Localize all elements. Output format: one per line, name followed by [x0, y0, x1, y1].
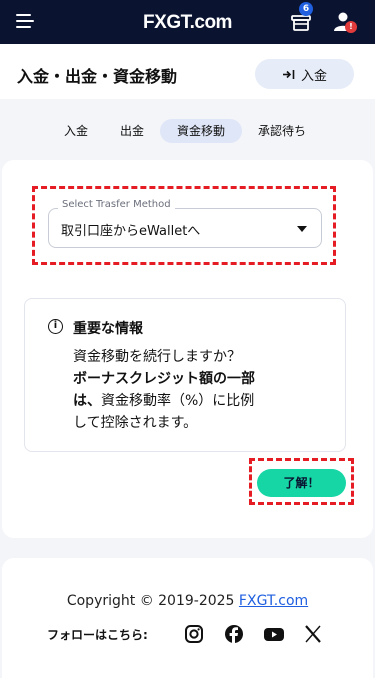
notification-badge: 6 [299, 2, 313, 16]
tab-bar: 入金 出金 資金移動 承認待ち [0, 117, 375, 145]
notice-line: は、資金移動率（%）に比例 [73, 390, 323, 412]
select-label: Select Trasfer Method [58, 199, 175, 210]
notice-bold-fragment: は、 [73, 393, 101, 409]
tab-transfer[interactable]: 資金移動 [160, 119, 242, 143]
page-title: 入金・出金・資金移動 [17, 67, 178, 86]
ok-button[interactable]: 了解！ [257, 469, 346, 497]
copyright-text: Copyright © 2019-2025 [66, 593, 239, 609]
tab-deposit[interactable]: 入金 [55, 119, 97, 143]
login-arrow-icon [282, 69, 295, 79]
notice-line-bold: ボーナスクレジット額の一部 [73, 371, 255, 387]
tab-withdraw[interactable]: 出金 [111, 119, 153, 143]
copyright: Copyright © 2019-2025 FXGT.com [0, 593, 375, 609]
notice-line: して控除されます。 [73, 415, 198, 431]
page-header: 入金・出金・資金移動 入金 [0, 44, 375, 99]
instagram-icon[interactable] [184, 624, 204, 644]
fxgt-link[interactable]: FXGT.com [239, 593, 308, 609]
tab-pending[interactable]: 承認待ち [252, 119, 312, 143]
x-icon[interactable] [304, 624, 322, 644]
follow-label: フォローはこちら: [47, 628, 148, 642]
deposit-button[interactable]: 入金 [255, 59, 354, 89]
top-navbar: FXGT.com 6 ! [0, 0, 375, 44]
notice-title: 重要な情報 [73, 321, 143, 337]
brand-logo[interactable]: FXGT.com [0, 12, 375, 34]
notice-line: 資金移動を続行しますか？ [73, 349, 241, 365]
caret-down-icon[interactable] [297, 226, 307, 232]
facebook-icon[interactable] [224, 624, 244, 644]
youtube-icon[interactable] [263, 624, 285, 644]
info-icon: i [48, 319, 63, 334]
deposit-button-label: 入金 [300, 68, 327, 84]
alert-badge: ! [345, 21, 357, 33]
notice-fragment: 資金移動率（%）に比例 [101, 393, 255, 409]
select-value: 取引口座からeWalletへ [61, 224, 201, 239]
footer [2, 558, 373, 678]
